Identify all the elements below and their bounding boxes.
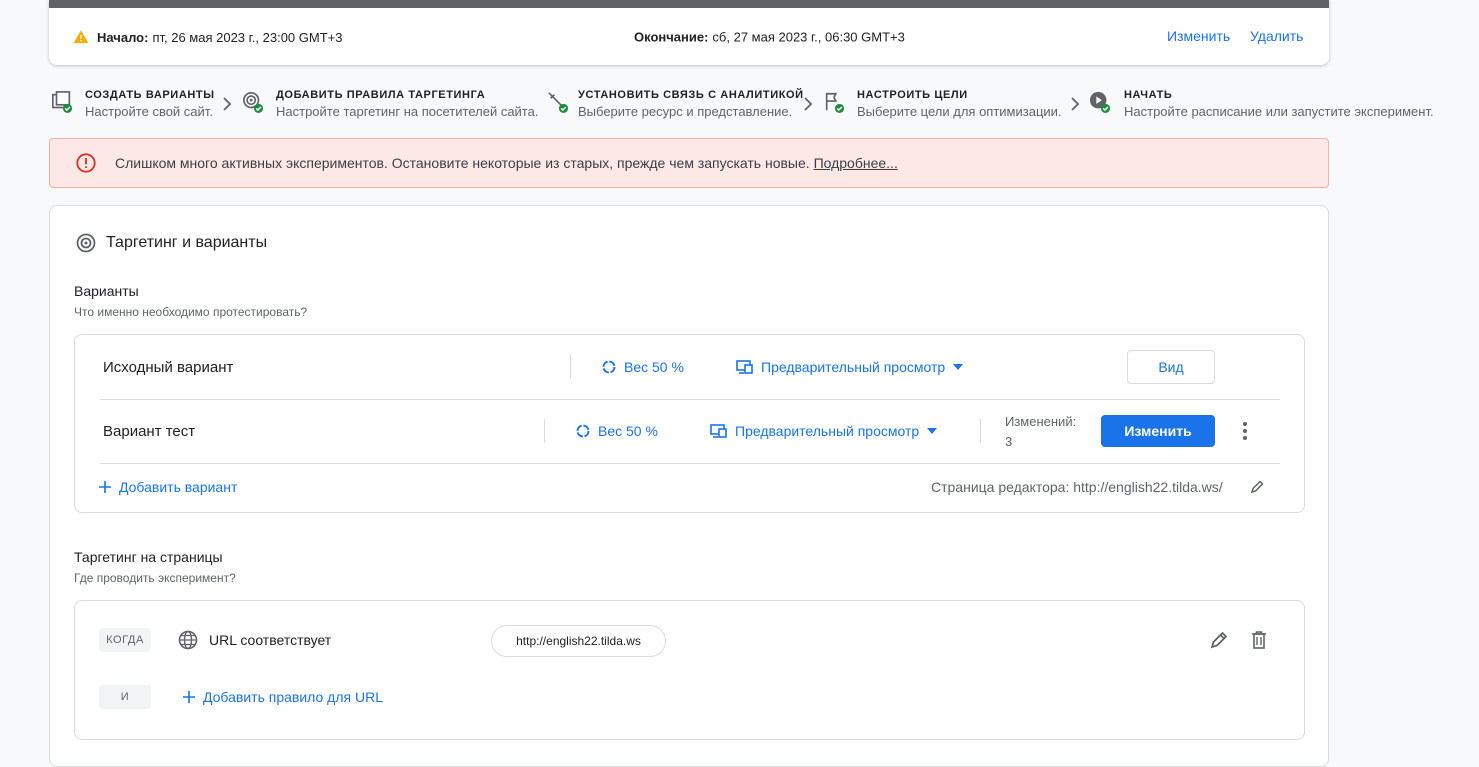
- variant-row-original: Исходный вариант Вес 50 % Предварительны…: [75, 335, 1304, 399]
- variant-weight-label: Вес 50 %: [598, 423, 658, 439]
- divider: [544, 419, 545, 443]
- dropdown-arrow-icon: [927, 428, 938, 434]
- add-url-rule-button[interactable]: Добавить правило для URL: [183, 689, 383, 705]
- chevron-right-icon: [1069, 96, 1081, 117]
- schedule-card-header-bar: [49, 0, 1329, 8]
- variants-title: Варианты: [74, 283, 139, 299]
- step-3-subtitle: Выберите ресурс и представление.: [578, 104, 793, 119]
- edit-rule-pencil-icon[interactable]: [1209, 630, 1229, 655]
- view-variant-button[interactable]: Вид: [1127, 350, 1215, 384]
- and-chip: И: [99, 685, 151, 709]
- error-banner-text: Слишком много активных экспериментов. Ос…: [115, 155, 898, 171]
- changes-value: 3: [1005, 434, 1013, 449]
- schedule-delete-button[interactable]: Удалить: [1250, 28, 1303, 44]
- analytics-link-icon: [548, 92, 569, 113]
- step-4-subtitle: Выберите цели для оптимизации.: [857, 104, 1062, 119]
- step-3-title: УСТАНОВИТЬ СВЯЗЬ С АНАЛИТИКОЙ: [578, 89, 804, 101]
- goals-flag-icon: [825, 92, 845, 113]
- schedule-end: Окончание: сб, 27 мая 2023 г., 06:30 GMT…: [634, 30, 905, 45]
- editor-page-url: Страница редактора: http://english22.til…: [931, 479, 1223, 495]
- variant-preview-label: Предварительный просмотр: [735, 423, 920, 439]
- variant-weight-button[interactable]: Вес 50 %: [602, 359, 684, 375]
- error-banner: Слишком много активных экспериментов. Ос…: [49, 138, 1329, 188]
- variant-preview-label: Предварительный просмотр: [761, 359, 946, 375]
- edit-variant-button[interactable]: Изменить: [1101, 415, 1215, 447]
- error-icon: [76, 153, 96, 173]
- add-variant-button[interactable]: Добавить вариант: [99, 479, 237, 495]
- variants-subtitle: Что именно необходимо протестировать?: [74, 305, 308, 319]
- dropdown-arrow-icon: [953, 364, 964, 370]
- schedule-start: Начало: пт, 26 мая 2023 г., 23:00 GMT+3: [73, 29, 342, 45]
- variant-name: Исходный вариант: [103, 359, 234, 376]
- warning-icon: [73, 30, 89, 43]
- step-2-title: ДОБАВИТЬ ПРАВИЛА ТАРГЕТИНГА: [276, 89, 486, 101]
- preview-devices-icon: [710, 424, 727, 438]
- plus-icon: [99, 481, 111, 493]
- add-variant-label: Добавить вариант: [119, 479, 238, 495]
- schedule-edit-button[interactable]: Изменить: [1167, 28, 1230, 44]
- divider: [100, 463, 1280, 464]
- step-5-title: НАЧАТЬ: [1124, 89, 1173, 101]
- start-play-icon: [1089, 91, 1111, 113]
- targeting-icon: [243, 92, 264, 113]
- variant-weight-label: Вес 50 %: [624, 359, 684, 375]
- learn-more-link[interactable]: Подробнее...: [814, 155, 898, 171]
- variant-weight-button[interactable]: Вес 50 %: [576, 423, 658, 439]
- variants-list: Исходный вариант Вес 50 % Предварительны…: [74, 334, 1305, 513]
- step-start[interactable]: [1089, 91, 1111, 118]
- step-5-subtitle: Настройте расписание или запустите экспе…: [1124, 104, 1434, 119]
- plus-icon: [183, 691, 195, 703]
- divider: [980, 419, 981, 443]
- step-1-subtitle: Настройте свой сайт.: [85, 104, 213, 119]
- error-message: Слишком много активных экспериментов. Ос…: [115, 155, 810, 171]
- step-2-subtitle: Настройте таргетинг на посетителей сайта…: [276, 104, 539, 119]
- edit-pencil-icon[interactable]: [1250, 480, 1264, 499]
- url-condition[interactable]: URL соответствует: [209, 632, 331, 648]
- pages-subtitle: Где проводить эксперимент?: [74, 571, 236, 585]
- preview-devices-icon: [736, 360, 753, 374]
- pages-title: Таргетинг на страницы: [74, 549, 223, 565]
- add-url-rule-label: Добавить правило для URL: [203, 689, 383, 705]
- step-create-variants[interactable]: [51, 91, 73, 118]
- globe-icon: [178, 630, 198, 650]
- weight-circle-icon: [576, 424, 590, 438]
- when-chip: КОГДА: [99, 628, 151, 652]
- variant-preview-dropdown[interactable]: Предварительный просмотр: [736, 359, 964, 375]
- variant-name: Вариант тест: [103, 423, 196, 440]
- step-link-analytics[interactable]: [547, 91, 569, 118]
- delete-rule-trash-icon[interactable]: [1251, 630, 1267, 655]
- url-rules-box: КОГДА URL соответствует http://english22…: [74, 600, 1305, 740]
- schedule-end-value: сб, 27 мая 2023 г., 06:30 GMT+3: [712, 29, 905, 45]
- create-variants-icon: [52, 91, 73, 113]
- schedule-end-label: Окончание:: [634, 29, 709, 45]
- chevron-right-icon: [221, 96, 233, 117]
- divider: [570, 355, 571, 379]
- targeting-variants-card: Таргетинг и варианты Варианты Что именно…: [49, 205, 1329, 767]
- chevron-right-icon: [802, 96, 814, 117]
- step-add-targeting[interactable]: [242, 91, 264, 118]
- target-icon: [76, 233, 96, 253]
- more-vert-icon[interactable]: [1242, 421, 1248, 446]
- step-4-title: НАСТРОИТЬ ЦЕЛИ: [857, 89, 968, 101]
- schedule-start-label: Начало:: [97, 29, 149, 45]
- variant-row-test: Вариант тест Вес 50 % Предварительный пр…: [75, 400, 1304, 464]
- changes-count: Изменений: 3: [1005, 412, 1076, 452]
- setup-stepper: СОЗДАТЬ ВАРИАНТЫ Настройте свой сайт. ДО…: [0, 86, 1479, 126]
- step-1-title: СОЗДАТЬ ВАРИАНТЫ: [85, 89, 215, 101]
- weight-circle-icon: [602, 360, 616, 374]
- section-title: Таргетинг и варианты: [106, 234, 268, 251]
- step-set-goals[interactable]: [823, 91, 845, 118]
- url-value-pill[interactable]: http://english22.tilda.ws: [491, 625, 666, 657]
- schedule-card: Начало: пт, 26 мая 2023 г., 23:00 GMT+3 …: [49, 0, 1329, 65]
- schedule-start-value: пт, 26 мая 2023 г., 23:00 GMT+3: [152, 29, 343, 45]
- changes-label: Изменений:: [1005, 414, 1077, 429]
- variant-preview-dropdown[interactable]: Предварительный просмотр: [710, 423, 938, 439]
